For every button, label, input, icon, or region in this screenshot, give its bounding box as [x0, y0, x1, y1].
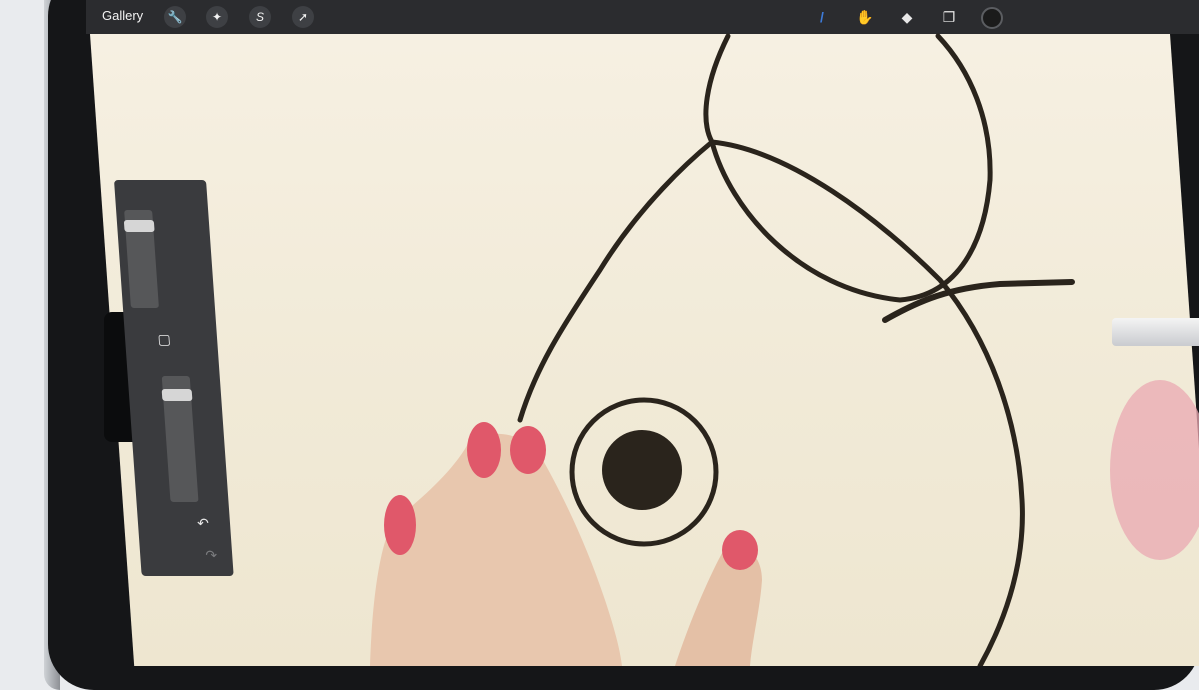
nail-2 [467, 422, 501, 478]
usb-cable [1112, 318, 1199, 346]
hand-overlay [370, 380, 1199, 666]
nail-4 [722, 530, 758, 570]
hand [370, 380, 1199, 666]
nail-3 [510, 426, 546, 474]
nail-1 [384, 495, 416, 555]
blurred-hand-right [1110, 380, 1199, 560]
